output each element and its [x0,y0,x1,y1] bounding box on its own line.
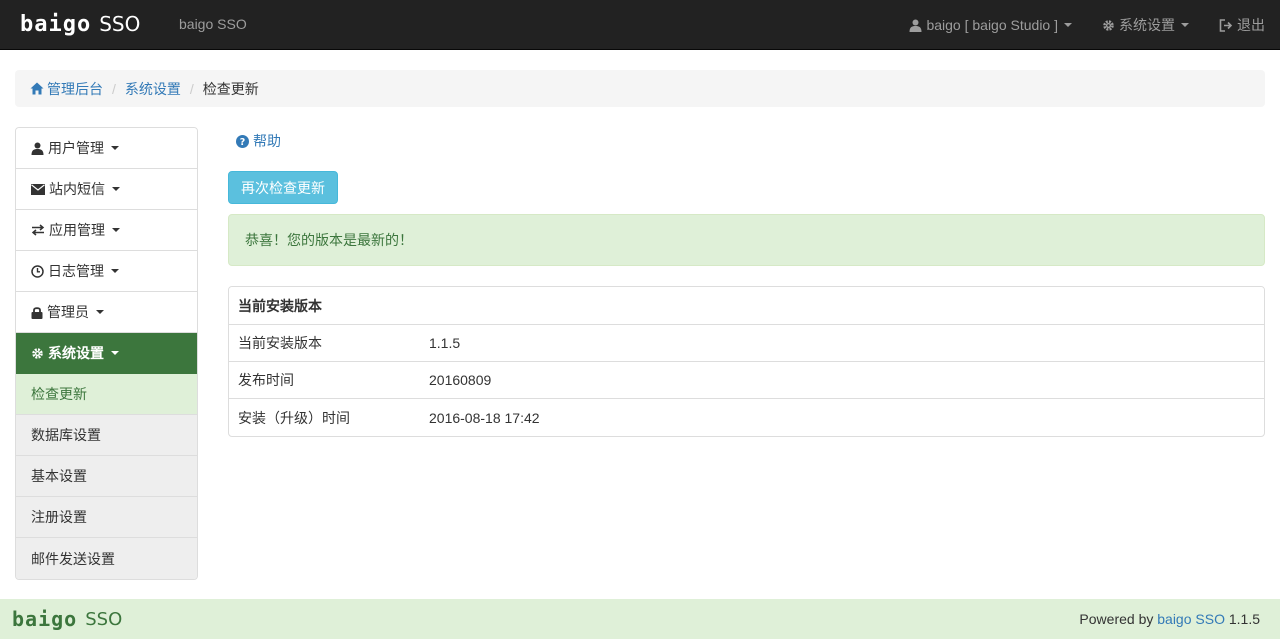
breadcrumb-separator: / [189,80,194,97]
sidebar-item-apps[interactable]: 应用管理 [16,210,197,251]
row-label: 当前安装版本 [238,335,322,351]
brand-logo-text: baigo [20,11,92,37]
footer-logo-sso: SSO [85,608,123,630]
logout-icon [1219,18,1233,32]
logout-label: 退出 [1237,17,1265,33]
row-label: 发布时间 [238,372,294,388]
version-panel: 当前安装版本 当前安装版本 1.1.5 发布时间 20160809 安装（升级）… [228,286,1265,437]
chevron-down-icon [96,310,104,314]
chevron-down-icon [1064,23,1072,27]
settings-menu-label: 系统设置 [1119,17,1175,33]
chevron-down-icon [111,351,119,355]
help-link[interactable]: ? 帮助 [236,131,281,151]
clock-icon [31,264,44,278]
chevron-down-icon [112,228,120,232]
footer-powered-by: Powered by baigo SSO 1.1.5 [1079,611,1260,627]
footer: baigo SSO Powered by baigo SSO 1.1.5 [0,599,1280,639]
alert-text: 恭喜！您的版本是最新的！ [245,232,413,248]
home-icon [30,82,44,95]
row-value: 20160809 [429,372,492,388]
brand-logo[interactable]: baigo SSO [20,9,140,39]
chevron-down-icon [1181,23,1189,27]
brand-logo-sso: SSO [99,12,141,36]
sidebar-item-label: 日志管理 [48,263,104,279]
sidebar: 用户管理 站内短信 应用管理 日志管理 管理员 系统设置 检查更新 数据库设置 … [15,127,198,580]
breadcrumb-home[interactable]: 管理后台 [30,79,103,99]
gear-icon [1103,19,1114,31]
chevron-down-icon [112,187,120,191]
sidebar-item-settings[interactable]: 系统设置 [16,333,197,374]
envelope-icon [31,183,45,195]
top-navbar: baigo SSO baigo SSO baigo [ baigo Studio… [0,0,1280,50]
user-menu[interactable]: baigo [ baigo Studio ] [909,17,1072,33]
sidebar-subitem-check-update[interactable]: 检查更新 [16,374,197,415]
row-value: 1.1.5 [429,335,461,351]
breadcrumb-current: 检查更新 [202,80,259,97]
user-menu-label: baigo [ baigo Studio ] [926,17,1058,33]
success-alert: 恭喜！您的版本是最新的！ [228,214,1265,266]
help-label: 帮助 [253,133,281,149]
recheck-update-button[interactable]: 再次检查更新 [228,171,338,204]
chevron-down-icon [111,146,119,150]
sidebar-item-label: 应用管理 [49,222,105,238]
footer-logo-text: baigo [12,607,78,631]
sidebar-item-users[interactable]: 用户管理 [16,128,197,169]
table-row: 发布时间 20160809 [229,362,1264,399]
sidebar-subitem-register[interactable]: 注册设置 [16,497,197,538]
breadcrumb-home-label: 管理后台 [47,80,103,97]
lock-icon [31,306,43,319]
sidebar-subitem-basic[interactable]: 基本设置 [16,456,197,497]
table-row: 当前安装版本 1.1.5 [229,325,1264,362]
powered-by-link[interactable]: baigo SSO [1157,611,1225,627]
table-row: 安装（升级）时间 2016-08-18 17:42 [229,399,1264,436]
chevron-down-icon [111,269,119,273]
sidebar-item-admins[interactable]: 管理员 [16,292,197,333]
sidebar-item-label: 用户管理 [48,140,104,156]
footer-version: 1.1.5 [1228,611,1260,627]
sidebar-item-label: 站内短信 [49,181,105,197]
breadcrumb-separator: / [112,80,116,97]
user-icon [31,142,44,155]
breadcrumb: 管理后台 / 系统设置 / 检查更新 [15,70,1265,107]
footer-logo[interactable]: baigo SSO [12,607,122,631]
gear-icon [32,347,43,359]
sidebar-subitem-database[interactable]: 数据库设置 [16,415,197,456]
sidebar-item-label: 管理员 [47,304,89,320]
settings-menu[interactable]: 系统设置 [1102,15,1189,35]
sidebar-item-label: 系统设置 [48,345,104,361]
nav-right-menu: baigo [ baigo Studio ] 系统设置 退出 [879,0,1265,50]
breadcrumb-section[interactable]: 系统设置 [125,79,181,99]
row-label: 安装（升级）时间 [238,409,350,426]
powered-by-text: Powered by [1079,611,1154,627]
transfer-icon [31,224,45,236]
row-value: 2016-08-18 17:42 [429,409,540,426]
sidebar-item-logs[interactable]: 日志管理 [16,251,197,292]
question-icon: ? [236,134,249,148]
nav-app-name[interactable]: baigo SSO [179,16,247,32]
sidebar-subitem-mail[interactable]: 邮件发送设置 [16,538,197,579]
sidebar-item-messages[interactable]: 站内短信 [16,169,197,210]
logout-link[interactable]: 退出 [1219,15,1265,35]
svg-text:?: ? [240,137,246,148]
panel-title: 当前安装版本 [229,287,1264,325]
user-icon [909,19,922,32]
